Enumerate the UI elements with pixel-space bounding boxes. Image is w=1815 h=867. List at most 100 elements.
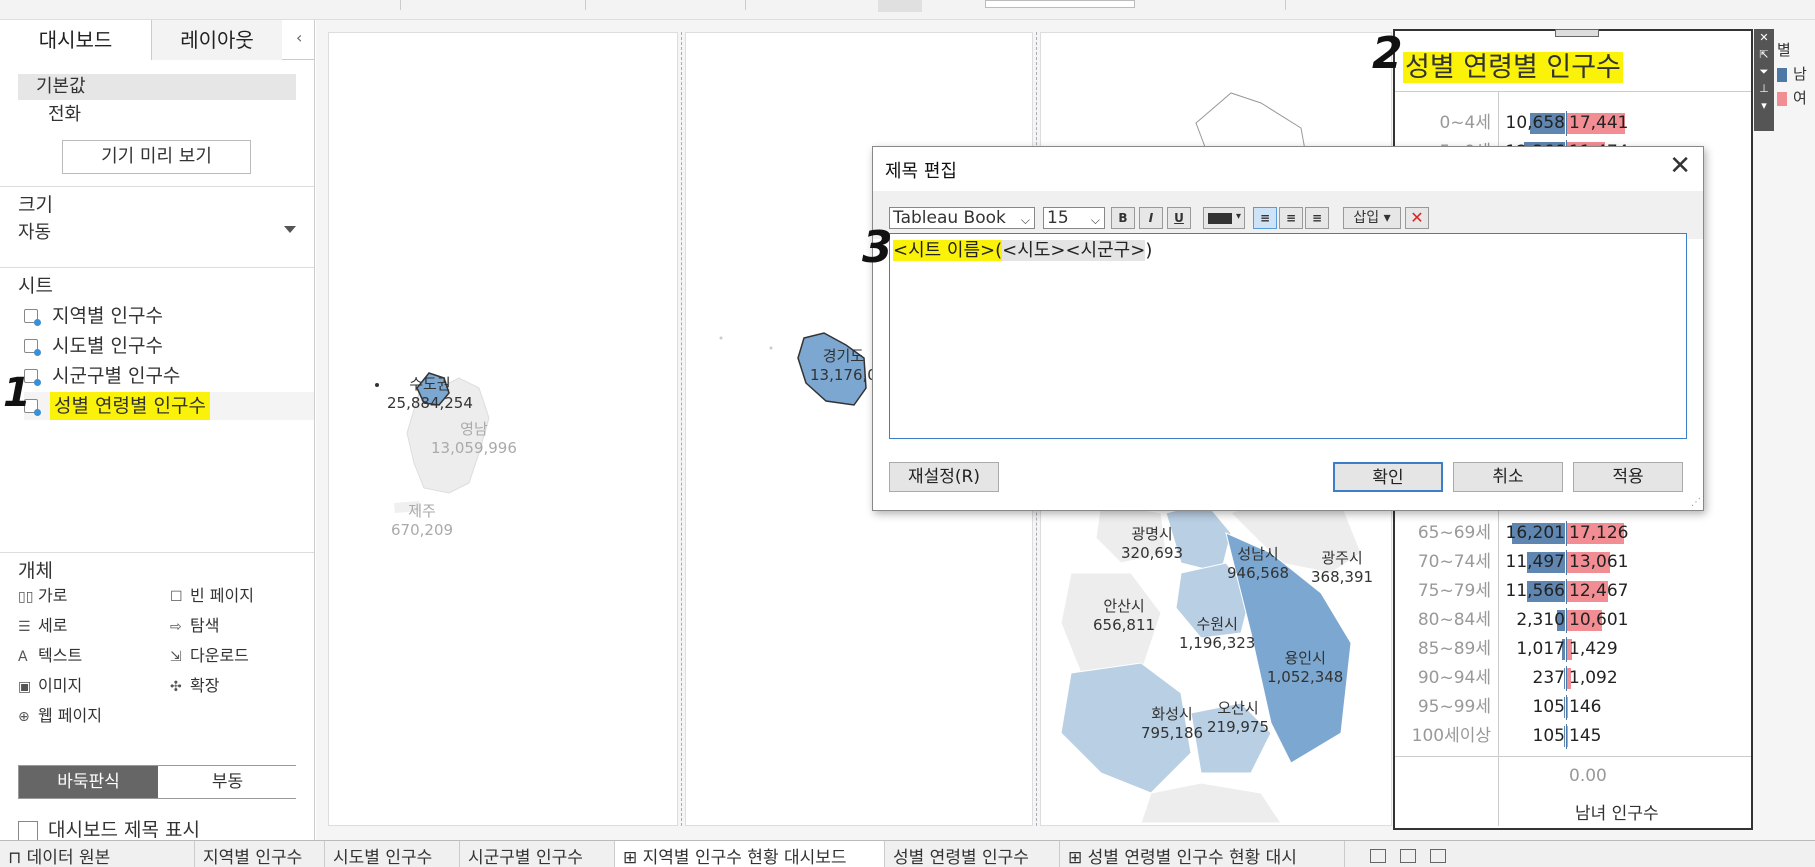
age-row[interactable]: 70~74세 11,497 13,061 [1395,547,1751,578]
toolbar-field[interactable] [985,0,1135,8]
object-text[interactable]: A 텍스트 [18,646,82,667]
object-extension[interactable]: ✣ 확장 [170,676,219,697]
sheet-item[interactable]: 시도별 인구수 [24,332,314,360]
sheet-item[interactable]: 지역별 인구수 [24,302,314,330]
clear-formatting-icon[interactable]: ✕ [1405,207,1429,229]
dashboard-tab-active[interactable]: ⊞ 지역별 인구수 현황 대시보드 [615,841,885,867]
zero-axis [1566,695,1567,720]
filter-icon[interactable]: ⏷ [1754,63,1774,80]
objects-section-title: 개체 [18,560,53,582]
sheet-tab[interactable]: 성별 연령별 인구수 [885,841,1060,867]
close-icon[interactable]: ✕ [1754,29,1774,46]
chevron-down-icon: ⌵ [1090,213,1100,227]
size-dropdown[interactable]: 자동 [18,218,51,244]
object-navigation[interactable]: ⇨ 탐색 [170,616,219,637]
object-blank[interactable]: ☐ 빈 페이지 [170,586,254,607]
text-paren-close: ) [1145,240,1153,261]
new-story-icon[interactable] [1430,849,1446,863]
pin-icon[interactable]: ⊥ [1754,80,1774,97]
female-value: 12,467 [1569,581,1629,601]
map-label: 오산시 219,975 [1207,699,1270,736]
legend-item-female[interactable]: 여 [1777,86,1807,110]
divider [0,552,314,553]
title-text-area[interactable]: <시트 이름>(<시도><시군구>) [889,233,1687,439]
tab-data-source[interactable]: ⊓ 데이터 원본 [0,841,195,867]
font-size-select[interactable]: 15 ⌵ [1043,207,1105,229]
new-dashboard-icon[interactable] [1400,849,1416,863]
map-label: 광주시 368,391 [1311,549,1374,586]
resize-grip-icon[interactable]: ⋰ [1691,497,1701,508]
goto-sheet-icon[interactable]: ⇱ [1754,46,1774,63]
age-row[interactable]: 75~79세 11,566 12,467 [1395,576,1751,607]
male-value: 2,310 [1516,610,1565,630]
sheet-item-selected[interactable]: 성별 연령별 인구수 [24,392,314,420]
columns-icon: ▯▯ [18,589,34,605]
new-worksheet-icon[interactable] [1370,849,1386,863]
age-row[interactable]: 85~89세 1,017 1,429 [1395,634,1751,665]
female-value: 1,092 [1569,668,1618,688]
more-options-icon[interactable]: ▾ [1754,97,1774,114]
divider [0,267,314,268]
sheet-tab[interactable]: 시도별 인구수 [325,841,460,867]
reset-button[interactable]: 재설정(R) [889,462,999,492]
dialog-title: 제목 편집 [885,161,957,182]
map-panel-region[interactable]: 수도권 25,884,254 영남 13,059,996 제주 670,209 [328,32,678,826]
device-default-item[interactable]: 기본값 [18,74,296,100]
age-row[interactable]: 95~99세 105 146 [1395,692,1751,723]
female-bar[interactable] [1567,697,1568,718]
apply-button[interactable]: 적용 [1573,462,1683,492]
age-row[interactable]: 80~84세 2,310 10,601 [1395,605,1751,636]
zero-axis [1566,579,1567,604]
object-image[interactable]: ▣ 이미지 [18,676,82,697]
align-right-icon[interactable]: ≡ [1305,207,1329,229]
object-vertical[interactable]: ☰ 세로 [18,616,67,637]
sheet-tab[interactable]: 시군구별 인구수 [460,841,615,867]
floating-button[interactable]: 부동 [158,766,297,798]
sheet-tab[interactable]: 지역별 인구수 [195,841,325,867]
toolbar-button[interactable] [878,0,922,12]
dashboard-tab[interactable]: ⊞ 성별 연령별 인구수 현황 대시 [1060,841,1345,867]
insert-dropdown[interactable]: 삽입 ▾ [1343,207,1401,229]
age-row[interactable]: 100세이상 105 145 [1395,721,1751,752]
age-row[interactable]: 65~69세 16,201 17,126 [1395,518,1751,549]
object-download[interactable]: ⇲ 다운로드 [170,646,249,667]
align-center-icon[interactable]: ≡ [1279,207,1303,229]
female-value: 10,601 [1569,610,1629,630]
age-row[interactable]: 90~94세 237 1,092 [1395,663,1751,694]
italic-button[interactable]: I [1139,207,1163,229]
tab-layout[interactable]: 레이아웃 [152,20,282,60]
female-value: 17,441 [1569,113,1629,133]
collapse-icon[interactable]: ‹ [296,28,302,47]
ok-button[interactable]: 확인 [1333,462,1443,492]
tab-dashboard[interactable]: 대시보드 [0,20,152,60]
chevron-down-icon[interactable] [284,226,296,233]
show-title-checkbox[interactable]: 대시보드 제목 표시 [18,815,200,842]
show-title-label: 대시보드 제목 표시 [48,819,200,841]
device-phone-item[interactable]: 전화 [48,102,81,128]
sheet-label: 지역별 인구수 [52,305,163,327]
map-label: 경기도 13,176,0 [810,347,877,384]
sheet-item[interactable]: 시군구별 인구수 [24,362,314,390]
font-family-select[interactable]: Tableau Book ⌵ [889,207,1035,229]
top-toolbar [0,0,1815,20]
sheet-icon [24,339,41,356]
text-color-button[interactable]: ▾ [1203,207,1245,229]
tiled-button[interactable]: 바둑판식 [19,766,158,798]
map-label: 안산시 656,811 [1093,597,1156,634]
align-left-icon[interactable]: ≡ [1253,207,1277,229]
cancel-button[interactable]: 취소 [1453,462,1563,492]
object-horizontal[interactable]: ▯▯ 가로 [18,586,67,607]
checkbox[interactable] [18,820,38,841]
close-icon[interactable]: ✕ [1669,153,1691,179]
underline-button[interactable]: U [1167,207,1191,229]
rows-icon: ☰ [18,619,31,635]
legend-item-male[interactable]: 남 [1777,62,1807,86]
drag-handle[interactable] [1555,29,1599,37]
device-preview-button[interactable]: 기기 미리 보기 [62,140,251,174]
male-value: 237 [1532,668,1565,688]
age-row[interactable]: 0~4세 10,658 17,441 [1395,108,1751,139]
blank-icon: ☐ [170,589,183,605]
female-bar[interactable] [1567,726,1568,747]
object-web-page[interactable]: ⊕ 웹 페이지 [18,706,102,727]
bold-button[interactable]: B [1111,207,1135,229]
